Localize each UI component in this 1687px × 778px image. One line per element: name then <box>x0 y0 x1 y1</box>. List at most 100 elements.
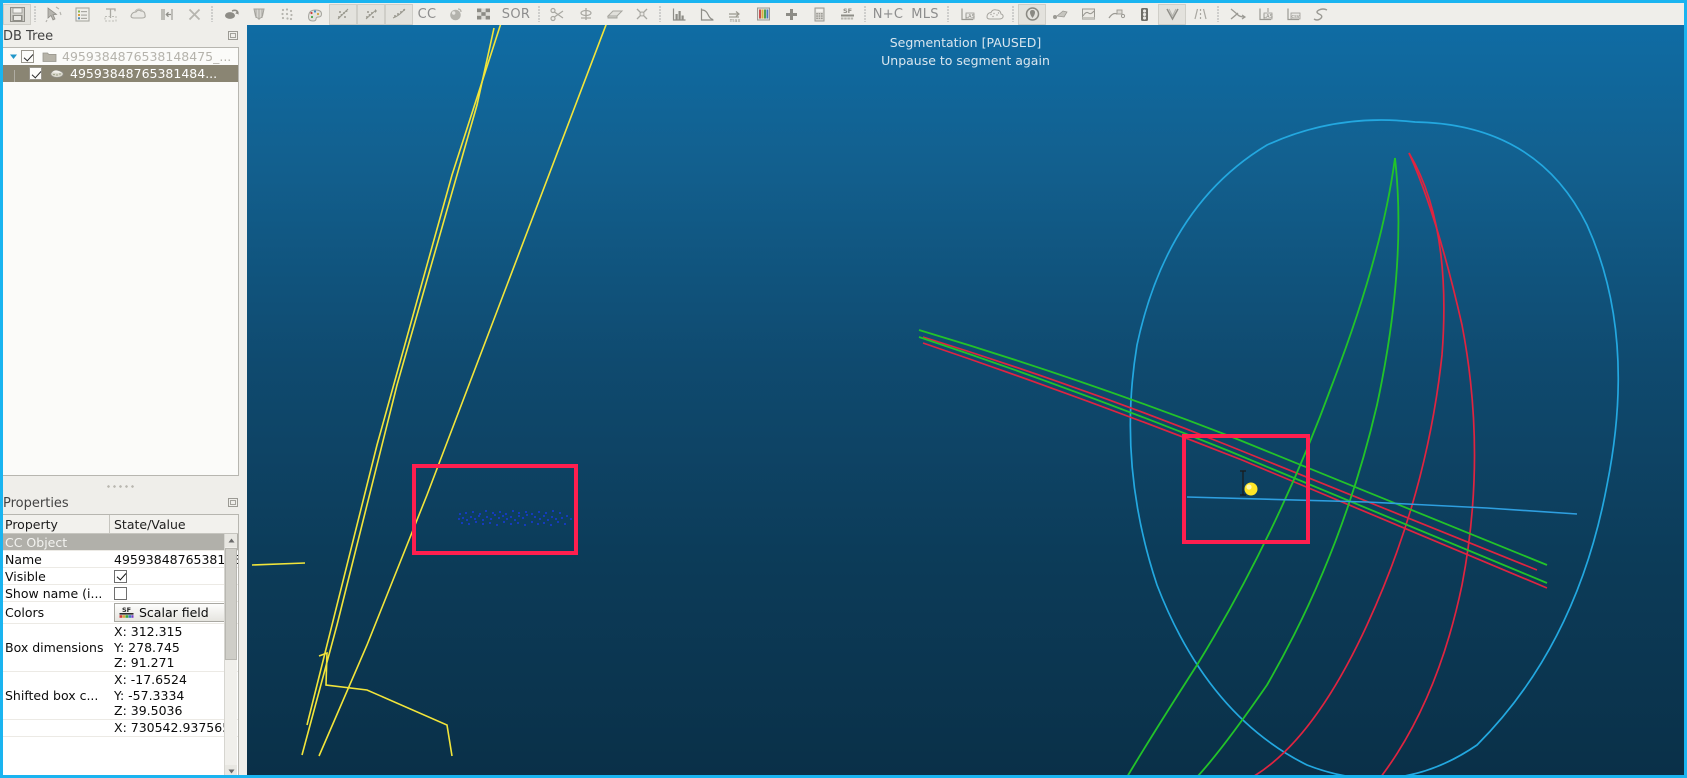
tree-item-cloud[interactable]: 49593848765381484... <box>3 65 238 82</box>
segment-icon[interactable] <box>245 4 273 25</box>
rotate-translate-icon[interactable] <box>217 4 245 25</box>
property-row-show-name[interactable]: Show name (i... <box>3 585 238 602</box>
traffic-light-icon[interactable] <box>1130 4 1158 25</box>
compass-icon[interactable] <box>628 4 656 25</box>
property-row-box-dimensions[interactable]: Box dimensions X: 312.315 Y: 278.745 Z: … <box>3 624 238 672</box>
property-row-shifted-box-center[interactable]: Shifted box c... X: -17.6524 Y: -57.3334… <box>3 672 238 720</box>
point-cloud-scatter <box>458 510 576 526</box>
color-scale-icon[interactable] <box>301 4 329 25</box>
sor-filter-label: SOR <box>501 6 531 22</box>
show-name-checkbox[interactable] <box>114 586 127 600</box>
select-points-icon[interactable] <box>40 4 68 25</box>
yellow-polylines <box>251 25 607 757</box>
property-label-name: Name <box>5 551 42 567</box>
merge-icon[interactable] <box>152 4 180 25</box>
polyline-export-icon[interactable] <box>1307 4 1335 25</box>
shifted-box-center-x: X: -17.6524 <box>114 672 187 687</box>
picked-point-marker <box>1244 482 1258 496</box>
property-label-clipped <box>3 720 109 736</box>
track-export-icon[interactable] <box>1223 4 1251 25</box>
tree-item-root-checkbox[interactable] <box>21 50 34 63</box>
las-export-icon[interactable]: LAS <box>1251 4 1279 25</box>
folder-icon <box>39 50 59 63</box>
properties-scrollbar[interactable] <box>224 534 237 775</box>
point-cloud-icon <box>47 67 67 80</box>
dock-splitter-handle[interactable] <box>3 480 239 492</box>
slice-icon[interactable] <box>600 4 628 25</box>
db-tree-title-bar: DB Tree <box>3 25 247 47</box>
toolbar-separator <box>31 5 40 23</box>
checker-icon[interactable] <box>469 4 497 25</box>
sf-gradient-icon[interactable]: SF <box>833 4 861 25</box>
histogram-icon[interactable] <box>665 4 693 25</box>
property-row-name[interactable]: Name 49593848765381484 <box>3 551 238 568</box>
svg-text:LAS: LAS <box>965 14 975 20</box>
scroll-down-arrow-icon[interactable] <box>225 765 237 775</box>
fit-plane-icon[interactable] <box>329 3 357 25</box>
db-tree-float-icon[interactable] <box>227 29 240 42</box>
property-value-colors: SF Scalar field <box>109 602 238 623</box>
properties-float-icon[interactable] <box>227 496 240 509</box>
geo-marker-icon[interactable] <box>1018 3 1046 25</box>
profile-extract-icon[interactable] <box>1102 4 1130 25</box>
add-scalar-field-icon[interactable] <box>777 4 805 25</box>
colors-combobox[interactable]: SF Scalar field <box>114 603 228 622</box>
mls-smoothing-label: MLS <box>911 6 939 22</box>
box-dimensions-z: Z: 91.271 <box>114 655 175 671</box>
las-import-icon[interactable]: LAS <box>953 4 981 25</box>
toolbar-separator <box>656 5 665 23</box>
toolbar-separator <box>1009 5 1018 23</box>
scalar-field-icon[interactable] <box>749 4 777 25</box>
gauss-curve-icon[interactable] <box>693 4 721 25</box>
box-dimensions-x: X: 312.315 <box>114 624 183 639</box>
delete-icon[interactable] <box>180 4 208 25</box>
tree-item-cloud-checkbox[interactable] <box>29 67 42 80</box>
fit-quadric-icon[interactable] <box>385 3 413 25</box>
sphere-icon[interactable] <box>441 4 469 25</box>
property-label-show-name: Show name (i... <box>5 585 103 601</box>
sphere-outline <box>1129 119 1620 775</box>
poles-icon[interactable] <box>1186 4 1214 25</box>
dtm-raster-icon[interactable] <box>1074 4 1102 25</box>
cloudcompare-window: CC SOR max SF N+C MLS LAS LAS csv DB Tre… <box>0 0 1687 778</box>
properties-table[interactable]: Property State/Value CC Object Name 4959… <box>3 514 239 775</box>
normals-icon[interactable] <box>572 4 600 25</box>
subsample-icon[interactable] <box>273 4 301 25</box>
scissors-icon[interactable] <box>544 4 572 25</box>
rename-icon[interactable] <box>96 4 124 25</box>
fit-plane-2-icon[interactable] <box>357 3 385 25</box>
calculator-icon[interactable] <box>805 4 833 25</box>
colors-combobox-value: Scalar field <box>139 605 209 620</box>
tree-item-root[interactable]: 4959384876538148475_... <box>3 48 238 65</box>
expand-arrow-icon[interactable] <box>5 52 21 61</box>
db-tree-list[interactable]: 4959384876538148475_... 4959384876538148… <box>3 47 239 476</box>
visible-checkbox[interactable] <box>114 569 127 583</box>
property-row-colors[interactable]: Colors SF Scalar field <box>3 602 238 624</box>
geo-path-icon[interactable] <box>1046 4 1074 25</box>
property-label-visible: Visible <box>5 568 46 584</box>
left-selection-rectangle[interactable] <box>412 464 578 555</box>
properties-panel: Properties Property State/Value CC Objec… <box>3 492 247 775</box>
shifted-box-center-y: Y: -57.3334 <box>114 687 185 703</box>
property-row-clipped[interactable]: X: 730542.937565 <box>3 720 238 737</box>
property-label-shifted-box-center: Shifted box c... <box>5 688 99 703</box>
vertical-cone-icon[interactable] <box>1158 3 1186 25</box>
clone-cloud-icon[interactable] <box>124 4 152 25</box>
properties-table-header: Property State/Value <box>3 515 238 534</box>
main-toolbar: CC SOR max SF N+C MLS LAS LAS csv <box>3 3 1684 25</box>
sor-filter-icon[interactable]: SOR <box>497 4 535 25</box>
toolbar-separator <box>861 5 870 23</box>
properties-scrollbar-thumb[interactable] <box>225 548 237 660</box>
csv-export-icon[interactable]: csv <box>1279 4 1307 25</box>
mls-smoothing-icon[interactable]: MLS <box>906 4 944 25</box>
max-gradient-icon[interactable]: max <box>721 4 749 25</box>
property-row-visible[interactable]: Visible <box>3 568 238 585</box>
cc-compare-icon[interactable]: CC <box>413 4 441 25</box>
3d-viewport[interactable]: Segmentation [PAUSED] Unpause to segment… <box>247 25 1684 775</box>
properties-list-icon[interactable] <box>68 4 96 25</box>
save-icon[interactable] <box>3 3 31 25</box>
scroll-up-arrow-icon[interactable] <box>225 534 237 547</box>
cloud-classify-icon[interactable] <box>981 4 1009 25</box>
n-plus-c-icon[interactable]: N+C <box>870 4 906 25</box>
svg-text:SF: SF <box>842 7 851 15</box>
